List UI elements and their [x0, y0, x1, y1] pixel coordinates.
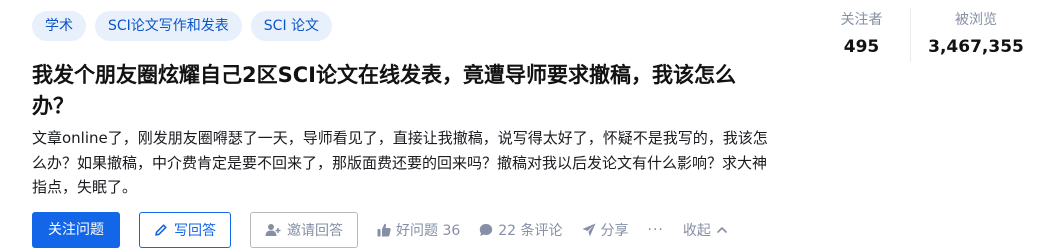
good-question-button[interactable]: 好问题 36 [377, 212, 460, 248]
follow-question-button[interactable]: 关注问题 [32, 212, 120, 248]
write-answer-label: 写回答 [174, 223, 216, 239]
views-stat: 被浏览 3,467,355 [910, 8, 1041, 62]
write-answer-button[interactable]: 写回答 [139, 212, 231, 248]
more-button[interactable]: ··· [648, 212, 664, 248]
views-count: 3,467,355 [928, 37, 1024, 57]
comments-button[interactable]: 22 条评论 [479, 212, 563, 248]
question-excerpt: 文章online了，刚发朋友圈嘚瑟了一天，导师看见了，直接让我撤稿，说写得太好了… [32, 129, 768, 196]
pencil-icon [155, 224, 167, 236]
followers-label: 关注者 [840, 12, 883, 28]
followers-stat[interactable]: 关注者 495 [813, 8, 910, 62]
add-user-icon [265, 224, 281, 236]
good-question-label: 好问题 36 [396, 223, 461, 239]
views-label: 被浏览 [955, 12, 997, 28]
topic-tag[interactable]: SCI论文写作和发表 [95, 11, 242, 41]
invite-answer-label: 邀请回答 [287, 223, 343, 239]
topic-tag[interactable]: 学术 [32, 11, 86, 41]
more-dots-icon: ··· [647, 222, 664, 238]
comments-label: 22 条评论 [498, 223, 563, 239]
share-button[interactable]: 分享 [582, 212, 629, 248]
question-title: 我发个朋友圈炫耀自己2区SCI论文在线发表，竟遭导师要求撤稿，我该怎么办？ [32, 63, 736, 118]
like-icon [377, 223, 391, 237]
share-label: 分享 [600, 223, 629, 239]
invite-answer-button[interactable]: 邀请回答 [250, 212, 358, 248]
chevron-up-icon [717, 227, 727, 233]
comment-icon [480, 224, 493, 236]
question-actions: 关注问题 写回答 邀请回答 好问题 36 22 条评论 分享 ··· 收起 [32, 212, 728, 248]
topic-tags: 学术 SCI论文写作和发表 SCI 论文 [32, 11, 333, 41]
share-icon [582, 223, 596, 237]
followers-count: 495 [843, 37, 880, 57]
topic-tag[interactable]: SCI 论文 [250, 11, 333, 41]
question-stats: 关注者 495 被浏览 3,467,355 [813, 8, 1041, 62]
collapse-button[interactable]: 收起 [683, 212, 728, 248]
collapse-label: 收起 [682, 223, 711, 239]
